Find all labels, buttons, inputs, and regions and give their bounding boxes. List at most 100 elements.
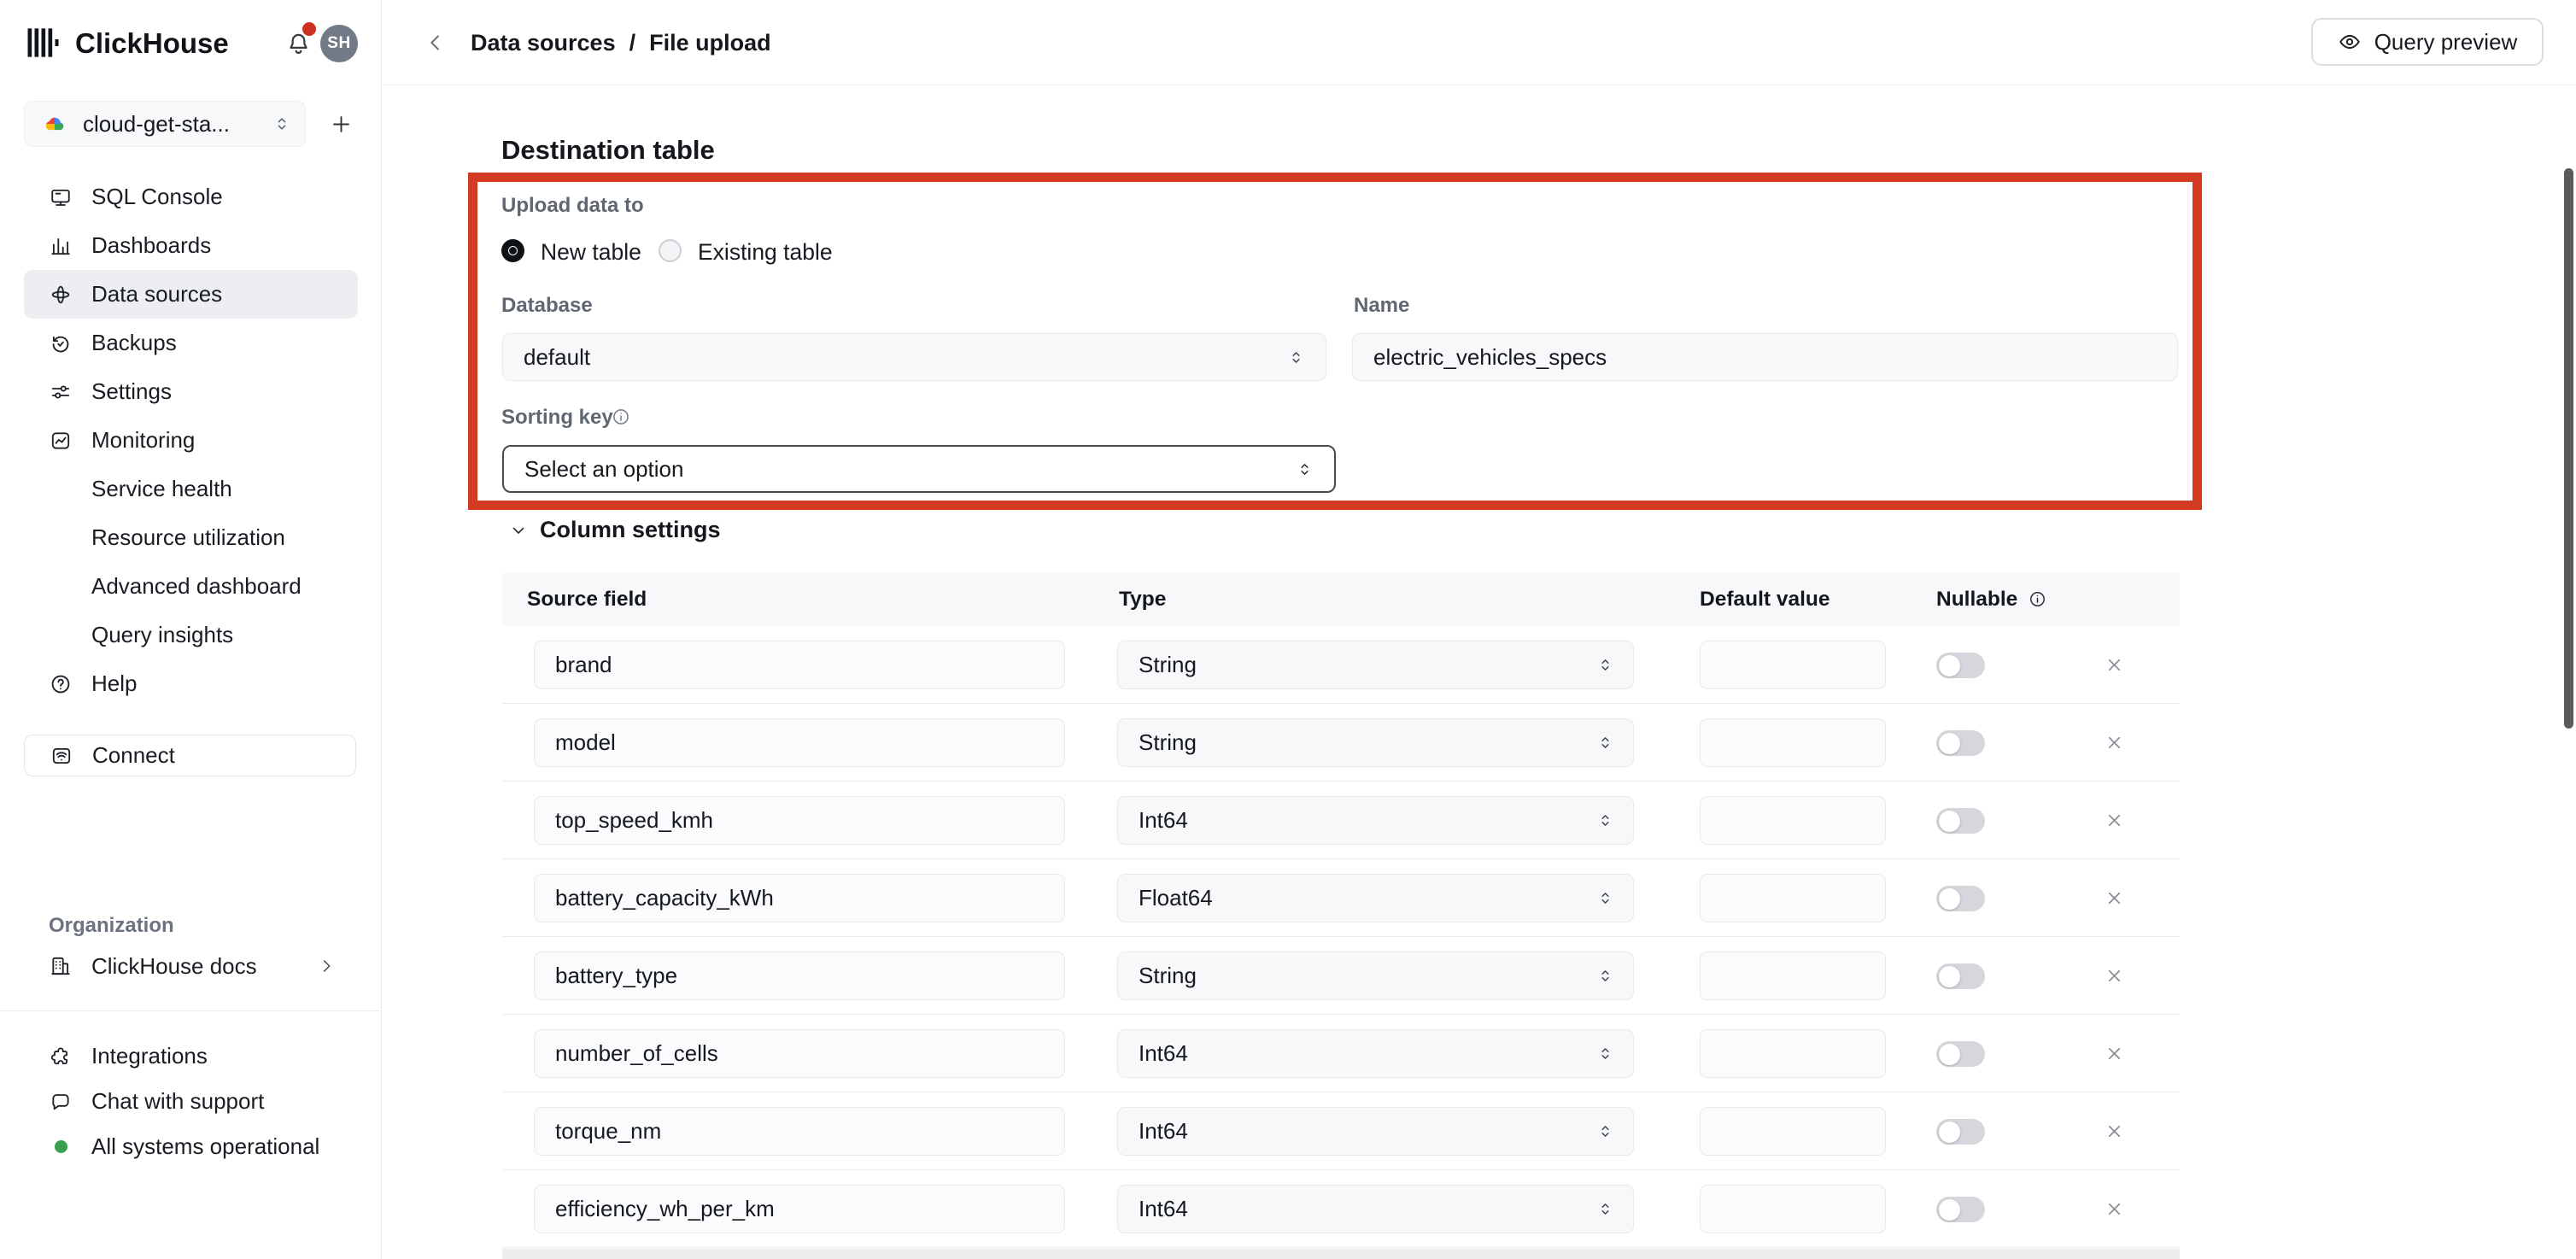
sidebar-item-clickhouse-docs[interactable]: ClickHouse docs (24, 943, 358, 989)
query-preview-label: Query preview (2374, 29, 2518, 56)
chat-support-label: Chat with support (91, 1088, 264, 1115)
docs-label: ClickHouse docs (91, 953, 257, 980)
sidebar-item-service-health[interactable]: Service health (24, 465, 358, 513)
nullable-toggle[interactable] (1936, 886, 1985, 911)
sidebar-item-settings[interactable]: Settings (24, 367, 358, 416)
nullable-toggle[interactable] (1936, 808, 1985, 834)
sidebar: ClickHouse SH cloud-get-sta... SQL Conso… (0, 0, 382, 1259)
type-select[interactable]: Float64 (1117, 874, 1634, 922)
remove-row-button[interactable] (2105, 1121, 2124, 1141)
remove-row-button[interactable] (2105, 1044, 2124, 1063)
sidebar-item-backups[interactable]: Backups (24, 319, 358, 367)
source-field-input[interactable]: efficiency_wh_per_km (534, 1185, 1065, 1233)
type-select[interactable]: String (1117, 952, 1634, 1000)
default-value-input[interactable] (1700, 1185, 1886, 1233)
icon-spacer (50, 624, 72, 647)
remove-row-button[interactable] (2105, 966, 2124, 986)
toggle-knob (1939, 1199, 1960, 1221)
nullable-toggle[interactable] (1936, 653, 1985, 678)
breadcrumb-data-sources[interactable]: Data sources (471, 30, 616, 56)
vertical-scrollbar-thumb[interactable] (2564, 168, 2573, 729)
default-value-input[interactable] (1700, 1107, 1886, 1156)
source-field-input[interactable]: model (534, 718, 1065, 767)
nullable-toggle[interactable] (1936, 1041, 1985, 1067)
default-value-input[interactable] (1700, 1029, 1886, 1078)
columns-table: Source field Type Default value Nullable… (502, 572, 2180, 1248)
source-field-input[interactable]: battery_capacity_kWh (534, 874, 1065, 922)
column-settings-label: Column settings (540, 517, 721, 543)
chevron-updown-icon (1596, 1045, 1614, 1063)
back-chevron-icon[interactable] (424, 31, 448, 55)
type-select[interactable]: String (1117, 641, 1634, 689)
database-select[interactable]: default (502, 333, 1326, 381)
default-value-input[interactable] (1700, 874, 1886, 922)
source-field-input[interactable]: torque_nm (534, 1107, 1065, 1156)
source-field-input[interactable]: top_speed_kmh (534, 796, 1065, 845)
type-select[interactable]: Int64 (1117, 1029, 1634, 1078)
sorting-key-info-icon[interactable] (612, 407, 630, 426)
table-row: brand String (502, 626, 2180, 704)
query-preview-button[interactable]: Query preview (2311, 18, 2544, 66)
sidebar-item-resource-utilization[interactable]: Resource utilization (24, 513, 358, 562)
add-service-button[interactable] (330, 113, 353, 136)
sidebar-item-chat-support[interactable]: Chat with support (24, 1079, 358, 1124)
workspace-name: cloud-get-sta... (83, 111, 272, 138)
source-field-input[interactable]: battery_type (534, 952, 1065, 1000)
table-name-input[interactable]: electric_vehicles_specs (1352, 333, 2178, 381)
default-value-input[interactable] (1700, 796, 1886, 845)
radio-existing-table[interactable] (659, 239, 682, 262)
type-select[interactable]: Int64 (1117, 796, 1634, 845)
sidebar-item-advanced-dashboard[interactable]: Advanced dashboard (24, 562, 358, 611)
sidebar-item-query-insights[interactable]: Query insights (24, 611, 358, 659)
sorting-key-select[interactable]: Select an option (502, 445, 1336, 493)
remove-row-button[interactable] (2105, 811, 2124, 830)
source-field-input[interactable]: brand (534, 641, 1065, 689)
remove-row-button[interactable] (2105, 655, 2124, 675)
sidebar-item-help[interactable]: Help (24, 659, 358, 708)
default-value-input[interactable] (1700, 952, 1886, 1000)
default-value-input[interactable] (1700, 718, 1886, 767)
page-header: Data sources / File upload Query preview (383, 0, 2576, 85)
nullable-toggle[interactable] (1936, 1119, 1985, 1145)
avatar[interactable]: SH (320, 25, 358, 62)
source-field-input[interactable]: number_of_cells (534, 1029, 1065, 1078)
remove-row-button[interactable] (2105, 888, 2124, 908)
nullable-toggle[interactable] (1936, 1197, 1985, 1222)
system-status-item[interactable]: All systems operational (24, 1124, 358, 1169)
radio-new-table[interactable] (501, 239, 524, 262)
sidebar-item-monitoring[interactable]: Monitoring (24, 416, 358, 465)
sidebar-item-label: SQL Console (91, 184, 223, 210)
icon-spacer (50, 478, 72, 501)
workspace-selector[interactable]: cloud-get-sta... (24, 101, 306, 147)
nullable-toggle[interactable] (1936, 730, 1985, 756)
remove-row-button[interactable] (2105, 733, 2124, 752)
sidebar-item-label: Resource utilization (91, 524, 285, 551)
toggle-knob (1939, 655, 1960, 676)
columns-table-header: Source field Type Default value Nullable (502, 572, 2180, 626)
sidebar-item-integrations[interactable]: Integrations (24, 1034, 358, 1079)
sidebar-item-sql-console[interactable]: SQL Console (24, 173, 358, 221)
header-type: Type (1119, 572, 1166, 626)
sidebar-item-label: Monitoring (91, 427, 195, 454)
remove-row-button[interactable] (2105, 1199, 2124, 1219)
chevron-updown-icon (1596, 889, 1614, 907)
nullable-toggle[interactable] (1936, 963, 1985, 989)
brand-title: ClickHouse (75, 27, 229, 60)
nullable-info-icon[interactable] (2029, 590, 2046, 608)
sidebar-item-dashboards[interactable]: Dashboards (24, 221, 358, 270)
radio-existing-table-label: Existing table (698, 240, 833, 264)
table-name-value: electric_vehicles_specs (1373, 344, 1607, 371)
column-settings-toggle[interactable]: Column settings (508, 517, 721, 543)
connect-icon (50, 745, 73, 767)
connect-button[interactable]: Connect (24, 735, 356, 776)
sidebar-item-label: Backups (91, 330, 177, 356)
table-row: efficiency_wh_per_km Int64 (502, 1170, 2180, 1248)
sidebar-item-data-sources[interactable]: Data sources (24, 270, 358, 319)
monitoring-icon (50, 430, 72, 452)
type-select[interactable]: Int64 (1117, 1185, 1634, 1233)
next-section-edge (502, 1249, 2180, 1259)
default-value-input[interactable] (1700, 641, 1886, 689)
type-select[interactable]: Int64 (1117, 1107, 1634, 1156)
type-select[interactable]: String (1117, 718, 1634, 767)
settings-icon (50, 381, 72, 403)
